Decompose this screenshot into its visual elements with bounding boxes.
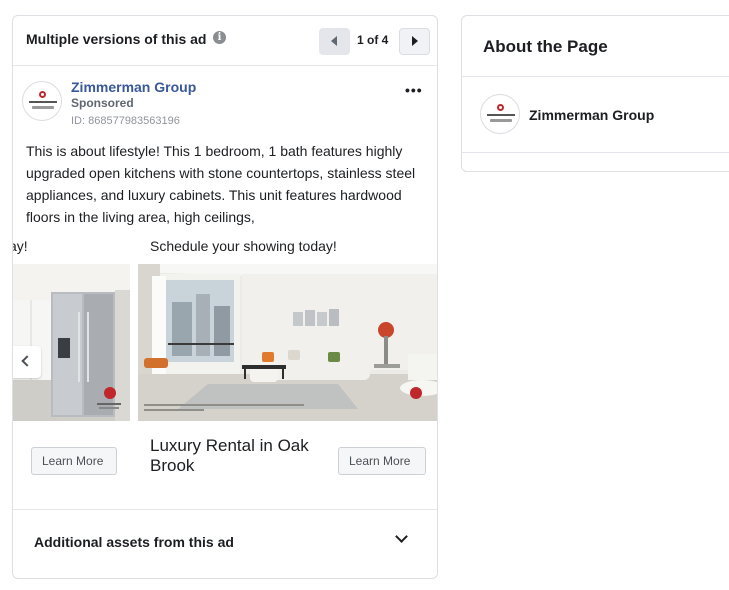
ad-versions-title: Multiple versions of this ad [26, 31, 207, 47]
next-version-button[interactable] [399, 28, 430, 55]
kitchen-photo [13, 264, 130, 421]
ad-carousel: ay! Schedule your showing today! [13, 230, 437, 475]
slide-title: Luxury Rental in Oak Brook [150, 436, 309, 475]
page-avatar[interactable] [22, 81, 62, 121]
ad-card-header: Multiple versions of this ad i 1 of 4 [13, 16, 437, 66]
about-page-title: About the Page [483, 37, 608, 56]
about-page-name[interactable]: Zimmerman Group [529, 107, 654, 123]
triangle-right-icon [412, 36, 418, 46]
carousel-previous-button[interactable] [13, 346, 41, 378]
page-avatar[interactable] [480, 94, 520, 134]
version-counter: 1 of 4 [357, 33, 389, 47]
more-options-icon[interactable]: ••• [405, 82, 423, 98]
learn-more-button[interactable]: Learn More [338, 447, 426, 475]
ad-id: ID: 868577983563196 [71, 115, 180, 127]
additional-assets-label: Additional assets from this ad [34, 534, 234, 550]
chevron-left-icon [21, 355, 33, 367]
ad-card: Multiple versions of this ad i 1 of 4 Zi… [12, 15, 438, 579]
slide-headline: Schedule your showing today! [150, 238, 337, 254]
slide-image-kitchen[interactable] [13, 264, 130, 421]
living-room-photo [138, 264, 437, 421]
divider [462, 152, 729, 153]
logo-mark [497, 104, 504, 111]
previous-version-button[interactable] [319, 28, 350, 55]
ad-body-text: This is about lifestyle! This 1 bedroom,… [26, 143, 416, 225]
logo-mark [39, 91, 46, 98]
divider [462, 76, 729, 77]
slide-image-living-room[interactable] [138, 264, 437, 421]
sponsored-label: Sponsored [71, 96, 134, 110]
page-name-link[interactable]: Zimmerman Group [71, 79, 196, 95]
additional-assets-toggle[interactable]: Additional assets from this ad [13, 509, 437, 578]
about-page-card: About the Page Zimmerman Group [461, 15, 729, 172]
triangle-left-icon [331, 36, 337, 46]
slide-headline: ay! [13, 238, 28, 254]
learn-more-button[interactable]: Learn More [31, 447, 117, 475]
chevron-down-icon [395, 530, 408, 543]
info-icon[interactable]: i [213, 31, 226, 44]
